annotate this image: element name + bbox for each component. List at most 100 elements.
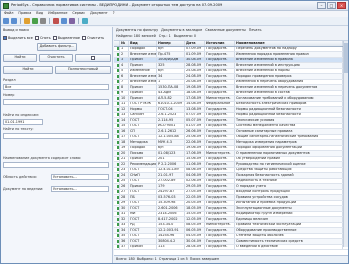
check-all-checkbox[interactable] bbox=[3, 36, 7, 40]
menu-view[interactable]: Вид bbox=[36, 11, 43, 15]
table-cell: 325 bbox=[157, 63, 185, 68]
window-title: PeriodSys - Справочник нормативов систем… bbox=[11, 2, 223, 7]
table-cell: Средства защиты работающих bbox=[235, 167, 343, 172]
table-cell: Согласование требований к оборудованию bbox=[235, 96, 343, 101]
bookmark-icon[interactable] bbox=[69, 18, 75, 24]
table-cell: 01.09.09 bbox=[185, 52, 205, 57]
check-none-checkbox[interactable] bbox=[34, 36, 39, 40]
document-icon bbox=[117, 168, 119, 172]
column-header: Источник bbox=[205, 41, 235, 46]
back-icon[interactable] bbox=[3, 18, 9, 24]
status-total: Всего: 180 bbox=[116, 256, 135, 261]
menu-help[interactable]: ? bbox=[113, 11, 115, 15]
apply-button[interactable]: Найти bbox=[3, 54, 37, 62]
forward-icon[interactable] bbox=[11, 18, 17, 24]
table-cell: Государств. bbox=[205, 217, 235, 222]
table-cell: 19.06.09 bbox=[185, 145, 205, 150]
table-cell: Порядок bbox=[129, 145, 157, 150]
table-cell: 08.06.09 bbox=[185, 167, 205, 172]
scroll-thumb[interactable] bbox=[344, 43, 348, 73]
table-cell: Перечень документов по надзору bbox=[235, 46, 343, 51]
table-cell: 1 bbox=[157, 79, 185, 84]
delete-icon[interactable] bbox=[53, 18, 59, 24]
table-cell: Государств. bbox=[205, 244, 235, 249]
table-cell: 28 bbox=[120, 195, 129, 200]
table-cell: 20.08.09 bbox=[185, 79, 205, 84]
table-cell: 08.05.09 bbox=[185, 222, 205, 227]
table-cell: 201 bbox=[157, 156, 185, 161]
minimize-button[interactable]: – bbox=[317, 2, 326, 9]
tab-filter[interactable]: Документы по фильтру bbox=[116, 28, 158, 32]
table-cell: 35 bbox=[120, 233, 129, 238]
table-cell: Государств. bbox=[205, 233, 235, 238]
check-clear-checkbox[interactable] bbox=[82, 36, 87, 40]
table-cell: 19 bbox=[120, 145, 129, 150]
table-cell: 21 bbox=[120, 156, 129, 161]
status-message: Поиск завершен bbox=[189, 256, 220, 261]
table-cell: Государств. bbox=[205, 68, 235, 73]
table-cell: Входной контроль продукции bbox=[235, 189, 343, 194]
menu-service[interactable]: Сервис bbox=[72, 11, 85, 15]
maximize-button[interactable]: □ bbox=[327, 2, 336, 9]
document-icon bbox=[117, 63, 119, 67]
table-cell: 20.05.09 bbox=[185, 200, 205, 205]
refresh-icon[interactable] bbox=[32, 18, 38, 24]
table-cell: 2.601-2006 bbox=[157, 206, 185, 211]
table-cell: Внесение изменений в перечень документов bbox=[235, 85, 343, 90]
reset-button[interactable]: Очистить bbox=[39, 54, 73, 62]
tab-print[interactable]: Печать bbox=[249, 28, 262, 32]
menu-document[interactable]: Документ bbox=[90, 11, 108, 15]
kind-select[interactable]: Установить... bbox=[51, 174, 109, 180]
field-input[interactable] bbox=[3, 162, 109, 168]
date-from-input[interactable]: 01.01.1991 bbox=[3, 119, 43, 125]
table-row[interactable]: 37 Приказ 113 28.04.09 Государств. О введении… bbox=[114, 244, 348, 250]
text-label: Найти по тексту: bbox=[3, 127, 34, 131]
table-cell: Государств. bbox=[205, 74, 235, 79]
table-cell: Государств. bbox=[205, 52, 235, 57]
table-cell: ГОСТ bbox=[129, 178, 157, 183]
fulltext-button[interactable]: Полнотекстовый bbox=[55, 66, 111, 74]
add-filter-button[interactable]: Добавить фильтр... bbox=[37, 43, 77, 51]
table-cell: Государств. bbox=[205, 112, 235, 117]
export-icon[interactable] bbox=[82, 18, 88, 24]
find-button[interactable]: Найти bbox=[3, 66, 53, 74]
add-filter-label: Добавить фильтр... bbox=[39, 44, 75, 49]
print-icon[interactable] bbox=[40, 18, 46, 24]
fulltext-label: Полнотекстовый bbox=[68, 67, 98, 72]
document-icon bbox=[117, 113, 119, 117]
table-cell: ГОСТ-04 bbox=[157, 107, 185, 112]
tab-bookmarks[interactable]: Документы в закладке bbox=[161, 28, 202, 32]
table-cell: 22.05.09 bbox=[185, 195, 205, 200]
search-icon[interactable] bbox=[61, 18, 67, 24]
folder-icon[interactable] bbox=[24, 18, 30, 24]
status-page: Страница 1 из 5 bbox=[158, 256, 188, 261]
table-cell: Государств. bbox=[205, 206, 235, 211]
status-select[interactable]: Установить... bbox=[51, 186, 109, 192]
table-cell: Безопасность электрических приборов bbox=[235, 101, 343, 106]
options-button[interactable] bbox=[75, 54, 111, 62]
menu-edit[interactable]: Правка bbox=[18, 11, 31, 15]
check-selected-checkbox[interactable] bbox=[52, 36, 57, 40]
document-icon bbox=[117, 69, 119, 73]
menu-favorites[interactable]: Избранное bbox=[48, 11, 67, 15]
table-cell: Пожарная безопасность зданий bbox=[235, 173, 343, 178]
type-select[interactable]: Все bbox=[3, 84, 109, 90]
text-input[interactable] bbox=[3, 133, 109, 139]
tab-related[interactable]: Связанные документы bbox=[205, 28, 246, 32]
table-cell: Приказ bbox=[129, 85, 157, 90]
table-cell: СП bbox=[129, 129, 157, 134]
table-cell: 8.417-2002 bbox=[157, 217, 185, 222]
table-cell: 17.08.09 bbox=[185, 96, 205, 101]
document-icon bbox=[117, 124, 119, 128]
table-cell: МУК 4.3 bbox=[157, 140, 185, 145]
table-cell: 05.07.09 bbox=[185, 118, 205, 123]
table-cell: б/н bbox=[157, 68, 185, 73]
results-scrollbar[interactable] bbox=[343, 41, 348, 247]
menu-file[interactable]: Файл bbox=[4, 11, 13, 15]
document-icon bbox=[117, 47, 119, 51]
table-cell: 34 bbox=[157, 74, 185, 79]
close-button[interactable]: × bbox=[337, 2, 346, 9]
table-cell: Государств. bbox=[205, 200, 235, 205]
number-input[interactable] bbox=[3, 99, 109, 105]
table-cell: 04.05.09 bbox=[185, 233, 205, 238]
